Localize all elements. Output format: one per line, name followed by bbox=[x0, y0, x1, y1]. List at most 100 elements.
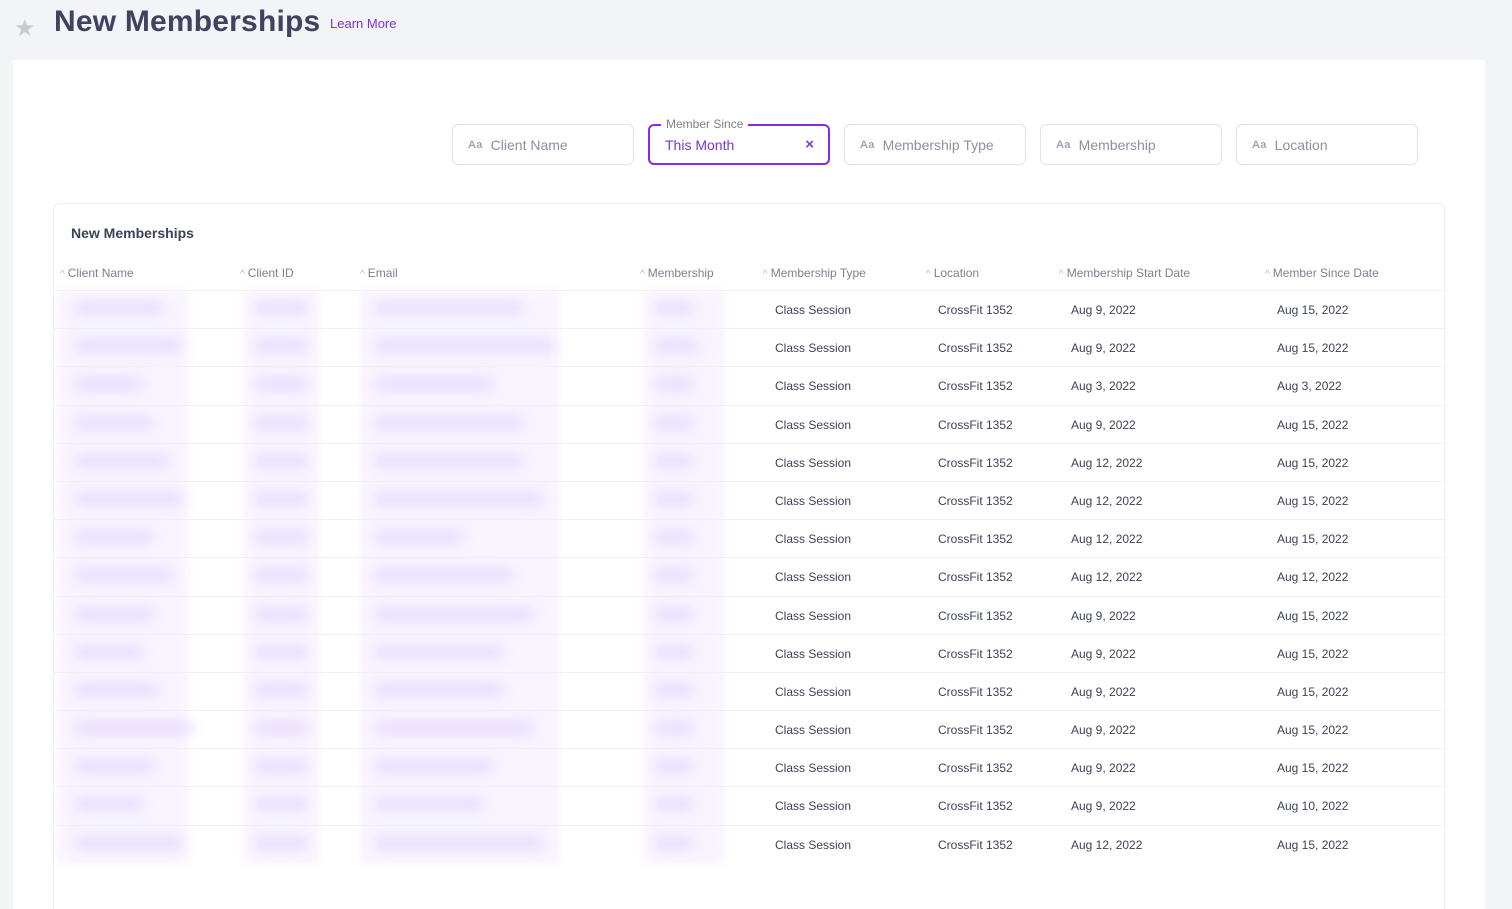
filter-bar: Aa Client Name Member Since This Month ×… bbox=[452, 117, 1418, 165]
table-row[interactable]: Class Session CrossFit 1352 Aug 12, 2022 Au… bbox=[54, 519, 1446, 557]
start-date-cell: Aug 9, 2022 bbox=[1071, 303, 1136, 317]
membership-type-cell: Class Session bbox=[775, 799, 852, 814]
redacted-cell bbox=[654, 721, 694, 736]
redacted-cell bbox=[654, 339, 699, 354]
redacted-cell bbox=[254, 797, 309, 812]
filter-label: Membership bbox=[1078, 136, 1156, 153]
start-date-cell: Aug 12, 2022 bbox=[1071, 532, 1143, 547]
table-row[interactable]: Class Session CrossFit 1352 Aug 12, 2022 Au… bbox=[54, 442, 1446, 481]
filter-label: Membership Type bbox=[882, 136, 994, 153]
redacted-cell bbox=[74, 759, 154, 774]
member-since-cell: Aug 3, 2022 bbox=[1277, 379, 1342, 394]
location-cell: CrossFit 1352 bbox=[938, 570, 1013, 585]
member-since-cell: Aug 15, 2022 bbox=[1277, 608, 1349, 623]
redacted-cell bbox=[654, 377, 694, 392]
redacted-cell bbox=[74, 530, 154, 545]
column-header-client-name[interactable]: ^ Client Name bbox=[60, 266, 134, 280]
table-row[interactable]: Class Session CrossFit 1352 Aug 12, 2022 Au… bbox=[54, 480, 1446, 519]
table-row[interactable]: Class Session CrossFit 1352 Aug 9, 2022 Aug… bbox=[54, 633, 1446, 672]
redacted-cell bbox=[654, 453, 694, 468]
start-date-cell: Aug 9, 2022 bbox=[1071, 608, 1136, 623]
location-cell: CrossFit 1352 bbox=[938, 417, 1013, 432]
table-row[interactable]: Class Session CrossFit 1352 Aug 9, 2022 Aug… bbox=[54, 671, 1446, 710]
learn-more-link[interactable]: Learn More bbox=[330, 16, 396, 31]
location-cell: CrossFit 1352 bbox=[938, 684, 1013, 699]
redacted-cell bbox=[374, 644, 504, 659]
redacted-cell bbox=[374, 377, 494, 392]
clear-icon[interactable]: × bbox=[805, 136, 814, 153]
member-since-cell: Aug 15, 2022 bbox=[1277, 493, 1349, 508]
member-since-cell: Aug 12, 2022 bbox=[1277, 570, 1349, 585]
redacted-cell bbox=[74, 721, 194, 736]
membership-type-cell: Class Session bbox=[775, 646, 852, 661]
column-header-start-date[interactable]: ^ Membership Start Date bbox=[1059, 266, 1190, 280]
table-row[interactable]: Class Session CrossFit 1352 Aug 9, 2022 Aug… bbox=[54, 595, 1446, 634]
redacted-cell bbox=[74, 415, 154, 430]
redacted-cell bbox=[374, 301, 524, 315]
redacted-cell bbox=[74, 568, 174, 583]
member-since-filter[interactable]: Member Since This Month × bbox=[648, 117, 830, 165]
membership-filter[interactable]: Aa Membership bbox=[1040, 124, 1222, 165]
redacted-cell bbox=[374, 339, 554, 354]
redacted-cell bbox=[74, 453, 169, 468]
location-cell: CrossFit 1352 bbox=[938, 455, 1013, 470]
column-header-membership-type[interactable]: ^ Membership Type bbox=[763, 266, 866, 280]
redacted-cell bbox=[74, 339, 184, 354]
table-row[interactable]: Class Session CrossFit 1352 Aug 9, 2022 Aug… bbox=[54, 748, 1446, 786]
start-date-cell: Aug 12, 2022 bbox=[1071, 837, 1143, 852]
redacted-cell bbox=[254, 453, 309, 468]
redacted-cell bbox=[654, 606, 694, 621]
table-row[interactable]: Class Session CrossFit 1352 Aug 9, 2022 Aug… bbox=[54, 404, 1446, 443]
redacted-cell bbox=[74, 606, 154, 621]
redacted-cell bbox=[374, 835, 544, 850]
location-cell: CrossFit 1352 bbox=[938, 532, 1013, 547]
column-header-location[interactable]: ^ Location bbox=[926, 266, 979, 280]
redacted-cell bbox=[374, 721, 534, 736]
location-cell: CrossFit 1352 bbox=[938, 761, 1013, 776]
location-cell: CrossFit 1352 bbox=[938, 303, 1013, 317]
table-row[interactable]: Class Session CrossFit 1352 Aug 9, 2022 Aug… bbox=[54, 290, 1446, 328]
redacted-cell bbox=[374, 606, 534, 621]
member-since-cell: Aug 15, 2022 bbox=[1277, 532, 1349, 547]
filter-label: Client Name bbox=[490, 136, 568, 153]
redacted-cell bbox=[374, 491, 544, 506]
table-row[interactable]: Class Session CrossFit 1352 Aug 9, 2022 Aug… bbox=[54, 786, 1446, 824]
sort-caret-icon: ^ bbox=[640, 269, 645, 280]
membership-type-cell: Class Session bbox=[775, 684, 852, 699]
redacted-cell bbox=[254, 606, 309, 621]
location-cell: CrossFit 1352 bbox=[938, 723, 1013, 738]
start-date-cell: Aug 12, 2022 bbox=[1071, 570, 1143, 585]
sort-caret-icon: ^ bbox=[1059, 269, 1064, 280]
client-name-filter[interactable]: Aa Client Name bbox=[452, 124, 634, 165]
member-since-cell: Aug 15, 2022 bbox=[1277, 417, 1349, 432]
redacted-cell bbox=[74, 682, 159, 697]
table-row[interactable]: Class Session CrossFit 1352 Aug 9, 2022 Aug… bbox=[54, 710, 1446, 748]
membership-type-cell: Class Session bbox=[775, 303, 852, 317]
redacted-cell bbox=[374, 682, 504, 697]
column-header-email[interactable]: ^ Email bbox=[360, 266, 398, 280]
table-row[interactable]: Class Session CrossFit 1352 Aug 12, 2022 Au… bbox=[54, 824, 1446, 863]
table-row[interactable]: Class Session CrossFit 1352 Aug 9, 2022 Aug… bbox=[54, 328, 1446, 366]
start-date-cell: Aug 9, 2022 bbox=[1071, 761, 1136, 776]
location-cell: CrossFit 1352 bbox=[938, 379, 1013, 394]
column-header-membership[interactable]: ^ Membership bbox=[640, 266, 714, 280]
table-row[interactable]: Class Session CrossFit 1352 Aug 3, 2022 Aug… bbox=[54, 366, 1446, 404]
redacted-cell bbox=[74, 644, 144, 659]
redacted-cell bbox=[374, 797, 484, 812]
redacted-cell bbox=[254, 759, 309, 774]
page-title: New Memberships bbox=[54, 5, 321, 38]
member-since-cell: Aug 15, 2022 bbox=[1277, 684, 1349, 699]
redacted-cell bbox=[254, 568, 309, 583]
column-header-client-id[interactable]: ^ Client ID bbox=[240, 266, 294, 280]
location-cell: CrossFit 1352 bbox=[938, 493, 1013, 508]
location-filter[interactable]: Aa Location bbox=[1236, 124, 1418, 165]
redacted-cell bbox=[654, 415, 694, 430]
membership-type-cell: Class Session bbox=[775, 417, 852, 432]
table-title: New Memberships bbox=[71, 225, 194, 241]
redacted-cell bbox=[254, 835, 309, 850]
table-row[interactable]: Class Session CrossFit 1352 Aug 12, 2022 Au… bbox=[54, 557, 1446, 595]
column-header-member-since[interactable]: ^ Member Since Date bbox=[1265, 266, 1379, 280]
star-icon[interactable]: ★ bbox=[14, 17, 36, 41]
membership-type-filter[interactable]: Aa Membership Type bbox=[844, 124, 1026, 165]
member-since-cell: Aug 15, 2022 bbox=[1277, 646, 1349, 661]
